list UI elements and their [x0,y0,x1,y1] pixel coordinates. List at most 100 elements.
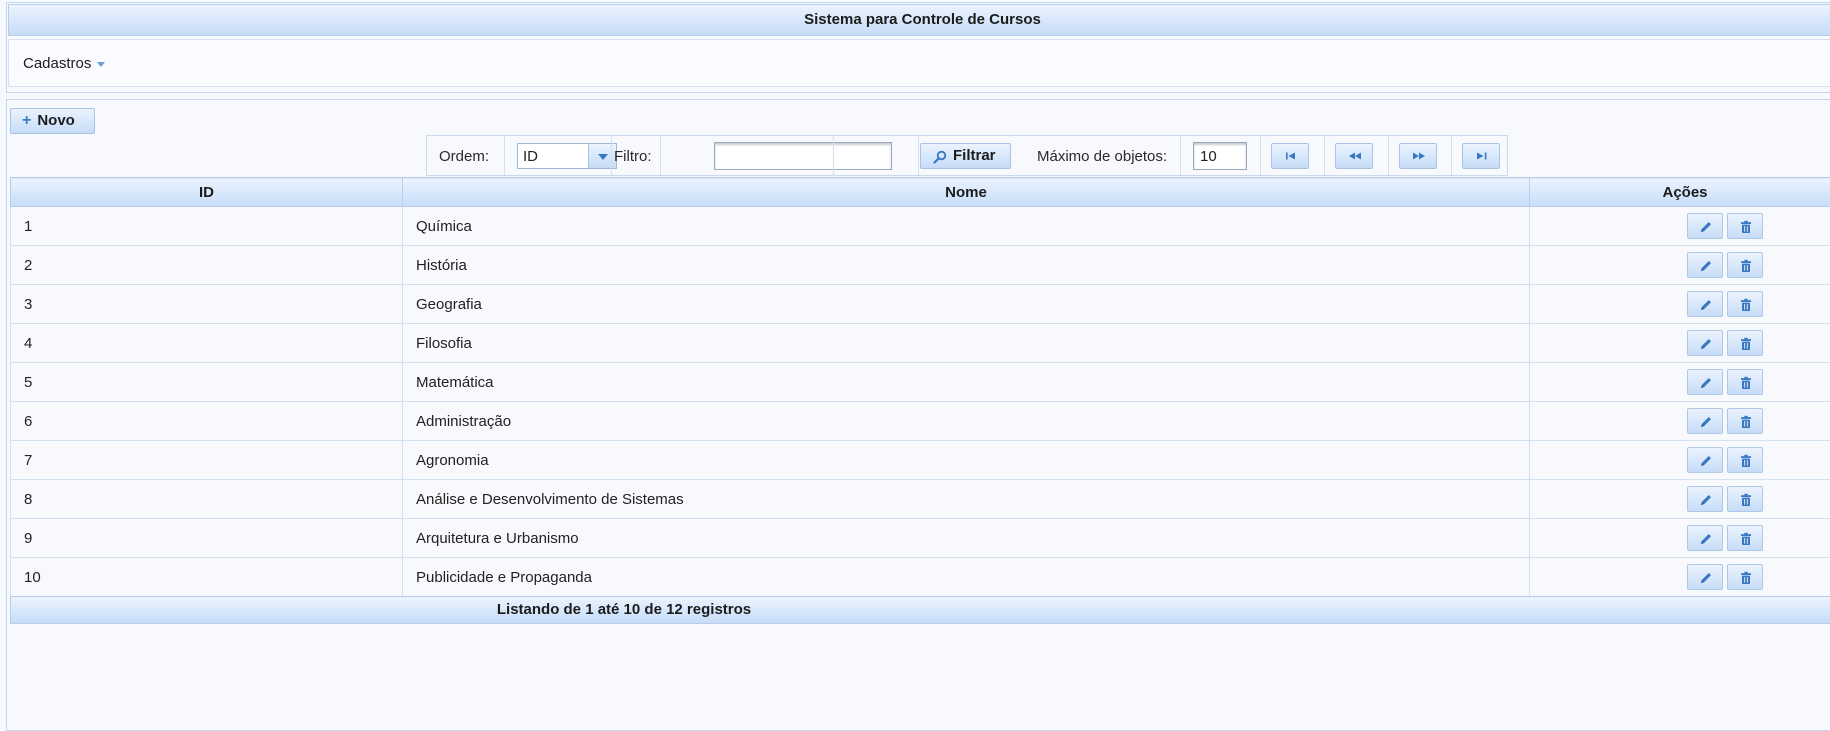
cell-acoes [1530,480,1830,519]
menu-cadastros[interactable]: Cadastros [23,55,105,72]
last-page-button[interactable] [1462,143,1500,169]
table-row[interactable]: 9Arquitetura e Urbanismo [11,519,1830,558]
novo-button[interactable]: +Novo [10,108,95,134]
edit-button[interactable] [1687,447,1723,473]
cell-id: 9 [11,519,403,558]
divider [611,136,612,175]
table-footer: Listando de 1 até 10 de 12 registros [10,596,1830,624]
pencil-icon [1699,493,1713,507]
row-actions [1687,408,1763,434]
trash-icon [1739,493,1753,507]
divider [1260,136,1261,175]
trash-icon [1739,337,1753,351]
trash-icon [1739,415,1753,429]
delete-button[interactable] [1727,564,1763,590]
cell-nome: Publicidade e Propaganda [403,558,1530,597]
row-actions [1687,564,1763,590]
cell-id: 8 [11,480,403,519]
trash-icon [1739,298,1753,312]
filtrar-button[interactable]: Filtrar [920,143,1011,169]
records-summary: Listando de 1 até 10 de 12 registros [497,601,751,618]
table-row[interactable]: 1Química [11,207,1830,246]
edit-button[interactable] [1687,252,1723,278]
search-icon [933,150,947,164]
edit-button[interactable] [1687,525,1723,551]
pencil-icon [1699,259,1713,273]
delete-button[interactable] [1727,525,1763,551]
first-page-button[interactable] [1271,143,1309,169]
cell-acoes [1530,246,1830,285]
trash-icon [1739,259,1753,273]
table-row[interactable]: 10Publicidade e Propaganda [11,558,1830,597]
filtro-input[interactable] [714,142,892,170]
caret-down-icon [97,62,105,67]
delete-button[interactable] [1727,408,1763,434]
menu-cadastros-label: Cadastros [23,55,91,72]
cell-nome: Arquitetura e Urbanismo [403,519,1530,558]
table-row[interactable]: 7Agronomia [11,441,1830,480]
trash-icon [1739,376,1753,390]
table-row[interactable]: 4Filosofia [11,324,1830,363]
cell-id: 6 [11,402,403,441]
table-header-row: ID Nome Ações [11,178,1830,207]
cell-acoes [1530,285,1830,324]
cell-nome: Análise e Desenvolvimento de Sistemas [403,480,1530,519]
seek-first-icon [1284,152,1298,160]
cell-id: 4 [11,324,403,363]
edit-button[interactable] [1687,330,1723,356]
table-row[interactable]: 2História [11,246,1830,285]
table-row[interactable]: 5Matemática [11,363,1830,402]
trash-icon [1739,532,1753,546]
table-row[interactable]: 8Análise e Desenvolvimento de Sistemas [11,480,1830,519]
edit-button[interactable] [1687,369,1723,395]
delete-button[interactable] [1727,213,1763,239]
column-header-nome[interactable]: Nome [403,178,1530,207]
menu-bar: Cadastros [8,39,1830,87]
cell-nome: Filosofia [403,324,1530,363]
table-row[interactable]: 3Geografia [11,285,1830,324]
pencil-icon [1699,454,1713,468]
edit-button[interactable] [1687,291,1723,317]
filtro-label: Filtro: [614,148,652,165]
cell-nome: Química [403,207,1530,246]
pencil-icon [1699,532,1713,546]
column-header-id[interactable]: ID [11,178,403,207]
maximo-input[interactable]: 10 [1193,142,1247,170]
divider [660,136,661,175]
divider [1451,136,1452,175]
row-actions [1687,330,1763,356]
delete-button[interactable] [1727,486,1763,512]
cell-nome: Agronomia [403,441,1530,480]
row-actions [1687,525,1763,551]
edit-button[interactable] [1687,213,1723,239]
divider [918,136,919,175]
table-row[interactable]: 6Administração [11,402,1830,441]
ordem-select[interactable]: ID [517,143,617,169]
next-page-button[interactable] [1399,143,1437,169]
cell-acoes [1530,324,1830,363]
edit-button[interactable] [1687,486,1723,512]
divider [1180,136,1181,175]
cell-nome: Matemática [403,363,1530,402]
cell-nome: História [403,246,1530,285]
delete-button[interactable] [1727,291,1763,317]
cell-acoes [1530,441,1830,480]
prev-page-button[interactable] [1335,143,1373,169]
row-actions [1687,213,1763,239]
cell-acoes [1530,363,1830,402]
content-panel: +Novo Ordem: ID Filtro: Filtrar Máximo d… [6,99,1830,731]
paginator-toolbar: Ordem: ID Filtro: Filtrar Máximo de obje… [426,135,1508,176]
divider [1324,136,1325,175]
edit-button[interactable] [1687,564,1723,590]
edit-button[interactable] [1687,408,1723,434]
cell-id: 10 [11,558,403,597]
delete-button[interactable] [1727,330,1763,356]
delete-button[interactable] [1727,252,1763,278]
pencil-icon [1699,298,1713,312]
divider [1388,136,1389,175]
divider [504,136,505,175]
delete-button[interactable] [1727,447,1763,473]
cell-acoes [1530,402,1830,441]
delete-button[interactable] [1727,369,1763,395]
cell-id: 2 [11,246,403,285]
